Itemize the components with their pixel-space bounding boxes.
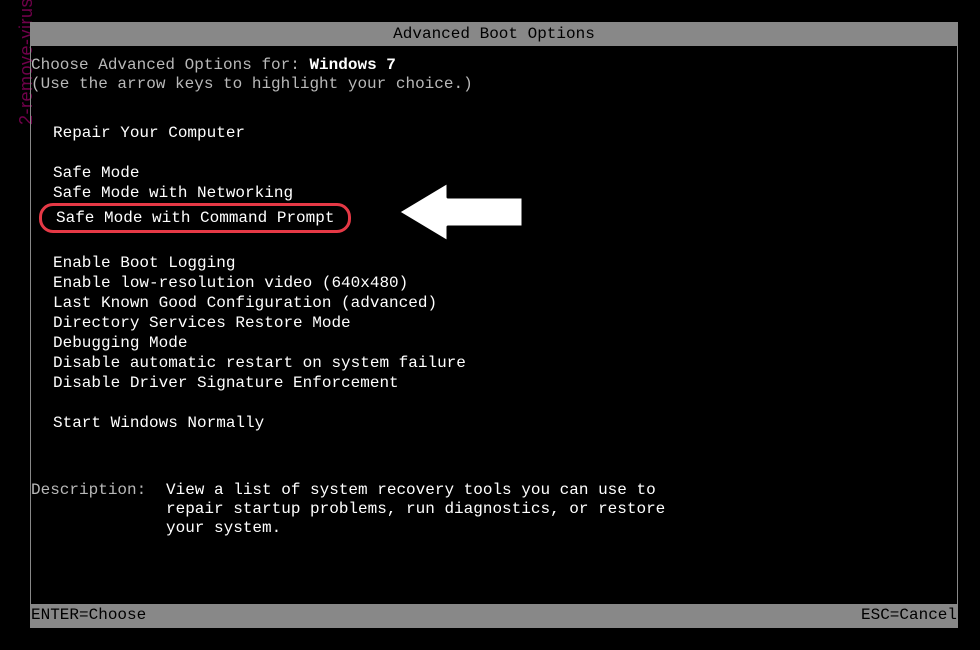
boot-options-window: Advanced Boot Options Choose Advanced Op… [30, 22, 958, 628]
option-safe-mode-networking[interactable]: Safe Mode with Networking [53, 183, 957, 203]
window-title: Advanced Boot Options [31, 23, 957, 46]
description-label: Description: [31, 481, 166, 539]
option-disable-auto-restart[interactable]: Disable automatic restart on system fail… [53, 353, 957, 373]
header-prefix: Choose Advanced Options for: [31, 56, 309, 74]
option-start-normally[interactable]: Start Windows Normally [53, 413, 957, 433]
option-low-res-video[interactable]: Enable low-resolution video (640x480) [53, 273, 957, 293]
option-safe-mode[interactable]: Safe Mode [53, 163, 957, 183]
footer-enter-hint: ENTER=Choose [31, 606, 146, 625]
content-area: Choose Advanced Options for: Windows 7 (… [31, 46, 957, 538]
option-disable-driver-sig[interactable]: Disable Driver Signature Enforcement [53, 373, 957, 393]
footer-esc-hint: ESC=Cancel [861, 606, 957, 625]
option-boot-logging[interactable]: Enable Boot Logging [53, 253, 957, 273]
instruction-text: (Use the arrow keys to highlight your ch… [31, 75, 957, 94]
os-name: Windows 7 [309, 56, 395, 74]
option-last-known-good[interactable]: Last Known Good Configuration (advanced) [53, 293, 957, 313]
description-block: Description: View a list of system recov… [31, 481, 957, 539]
option-repair-computer[interactable]: Repair Your Computer [53, 123, 957, 143]
option-safe-mode-cmd-highlighted[interactable]: Safe Mode with Command Prompt [39, 203, 351, 233]
option-directory-restore[interactable]: Directory Services Restore Mode [53, 313, 957, 333]
options-list: Repair Your Computer Safe Mode Safe Mode… [31, 123, 957, 433]
option-debugging-mode[interactable]: Debugging Mode [53, 333, 957, 353]
description-text: View a list of system recovery tools you… [166, 481, 706, 539]
footer-bar: ENTER=Choose ESC=Cancel [31, 604, 957, 627]
header-line: Choose Advanced Options for: Windows 7 [31, 56, 957, 75]
